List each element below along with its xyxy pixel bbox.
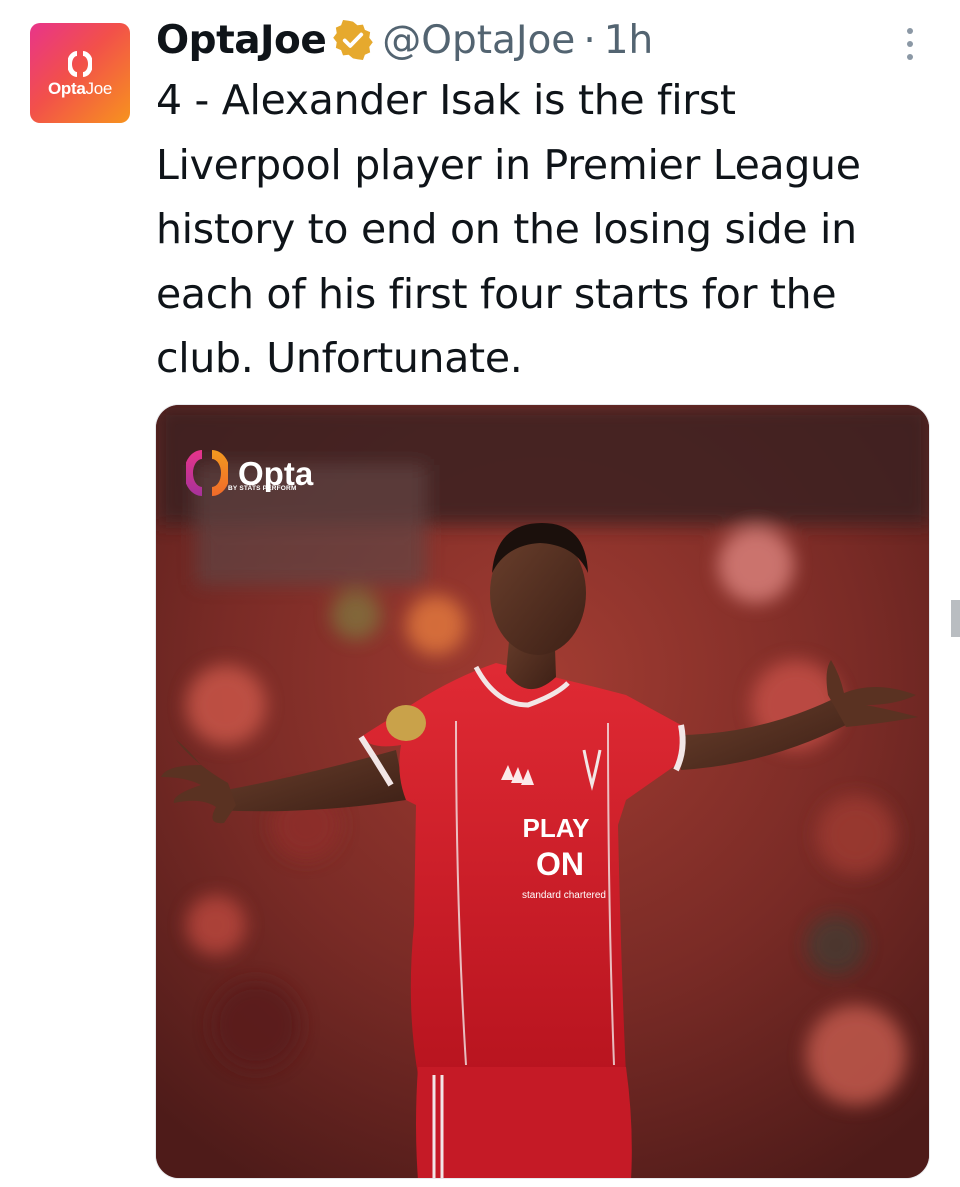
timestamp[interactable]: 1h — [604, 18, 654, 63]
shirt-text-play: PLAY — [523, 813, 590, 843]
separator-dot: · — [583, 17, 596, 63]
opta-watermark-icon — [186, 450, 228, 496]
verified-badge-icon[interactable] — [332, 19, 374, 61]
shirt-text-on: ON — [536, 846, 584, 882]
opta-watermark-sub: BY STATS PERFORM — [228, 485, 297, 492]
more-vertical-icon[interactable] — [896, 24, 924, 64]
display-name[interactable]: OptaJoe — [156, 18, 327, 63]
shirt-sponsor: standard chartered — [522, 890, 606, 901]
player-photo: PLAY ON standard chartered — [156, 405, 929, 1178]
avatar[interactable]: OptaJoe — [30, 23, 130, 123]
opta-logo-icon — [68, 51, 92, 77]
scrollbar-thumb[interactable] — [951, 600, 960, 637]
opta-watermark: Opta BY STATS PERFORM — [186, 447, 313, 499]
user-handle[interactable]: @OptaJoe — [382, 18, 575, 63]
avatar-label: OptaJoe — [47, 79, 113, 98]
tweet-media-image[interactable]: PLAY ON standard chartered — [155, 404, 930, 1179]
tweet-text: 4 - Alexander Isak is the first Liverpoo… — [156, 76, 861, 382]
tweet-header: OptaJoe @OptaJoe · 1h — [156, 12, 880, 68]
